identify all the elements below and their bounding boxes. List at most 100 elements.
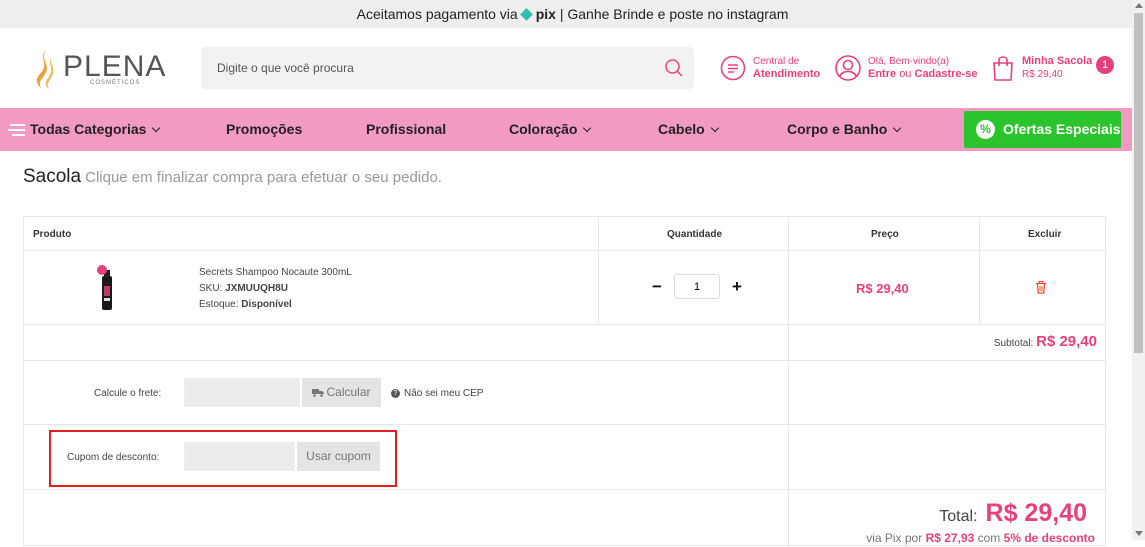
user-icon xyxy=(835,55,861,81)
logo-flame-icon xyxy=(36,50,54,89)
nav-all-categories[interactable]: Todas Categorias xyxy=(8,108,161,151)
increase-qty-button[interactable]: + xyxy=(728,277,746,297)
divider xyxy=(598,217,599,324)
support-line2: Atendimento xyxy=(753,68,821,80)
account-greeting: Olá, Bem-vindo(a) xyxy=(868,56,950,67)
cart-table: Produto Quantidade Preço Excluir Secrets… xyxy=(23,216,1106,547)
sku-label: SKU: xyxy=(199,283,223,294)
bag-title: Minha Sacola xyxy=(1022,55,1093,67)
pix-icon xyxy=(519,8,533,22)
product-sku: JXMUUQH8U xyxy=(225,283,288,294)
search-input[interactable] xyxy=(201,47,641,89)
chevron-down-icon xyxy=(152,123,161,133)
calculate-label: Calcular xyxy=(326,385,371,399)
product-name[interactable]: Secrets Shampoo Nocaute 300mL xyxy=(199,265,352,281)
chevron-down-icon xyxy=(710,123,719,133)
scrollbar[interactable] xyxy=(1132,0,1145,540)
pix-mid: com xyxy=(977,531,1001,545)
total-label: Total: xyxy=(939,508,978,525)
page-title: Sacola Clique em finalizar compra para ef… xyxy=(23,166,442,188)
total-value: R$ 29,40 xyxy=(985,499,1087,527)
special-offers-button[interactable]: % Ofertas Especiais xyxy=(964,111,1121,148)
chevron-down-icon xyxy=(893,123,902,133)
announcement-bar: Aceitamos pagamento via pix | Ganhe Brind… xyxy=(0,0,1145,28)
account-link[interactable]: Olá, Bem-vindo(a) Entre ou Cadastre-se xyxy=(834,54,977,82)
stock-label: Estoque: xyxy=(199,299,239,310)
nav-profissional[interactable]: Profissional xyxy=(366,108,446,151)
support-line1: Central de xyxy=(753,56,800,67)
divider xyxy=(788,217,789,547)
shipping-label: Calcule o frete: xyxy=(94,388,162,399)
col-delete: Excluir xyxy=(1028,229,1062,240)
pix-value: R$ 27,93 xyxy=(925,531,975,545)
pix-pct: 5% de desconto xyxy=(1003,531,1095,545)
divider xyxy=(24,489,1105,490)
quantity-input[interactable] xyxy=(674,274,720,299)
signup-link[interactable]: Cadastre-se xyxy=(915,68,978,80)
nav-promocoes[interactable]: Promoções xyxy=(226,108,302,151)
logo-subtitle: COSMÉTICOS xyxy=(90,80,141,86)
chat-icon xyxy=(720,55,746,81)
coupon-highlight-box xyxy=(49,430,397,487)
divider xyxy=(979,217,980,324)
special-offers-label: Ofertas Especiais xyxy=(1003,121,1121,137)
logo[interactable]: PLENA COSMÉTICOS xyxy=(30,48,165,90)
cep-help-link[interactable]: ? Não sei meu CEP xyxy=(391,388,483,399)
bag-link[interactable]: Minha Sacola R$ 29,40 xyxy=(991,54,1092,82)
nav-coloracao-label: Coloração xyxy=(509,121,578,137)
cart-header-row: Produto Quantidade Preço Excluir xyxy=(24,217,1105,251)
header: PLENA COSMÉTICOS Central de Atendimento … xyxy=(0,28,1145,108)
col-quantity: Quantidade xyxy=(667,229,723,240)
logo-wordmark: PLENA xyxy=(63,50,167,83)
divider xyxy=(24,360,1105,361)
product-image[interactable] xyxy=(96,264,118,312)
quantity-stepper: − + xyxy=(648,274,746,299)
menu-icon xyxy=(8,124,25,137)
item-price: R$ 29,40 xyxy=(856,281,909,296)
bag-amount: R$ 29,40 xyxy=(1022,69,1063,80)
divider xyxy=(24,324,1105,325)
pix-discount-line: via Pix por R$ 27,93 com 5% de desconto xyxy=(866,531,1095,545)
nav-all-label: Todas Categorias xyxy=(30,121,147,137)
subtotal-value: R$ 29,40 xyxy=(1036,333,1097,350)
page-subtitle: Clique em finalizar compra para efetuar … xyxy=(85,169,442,186)
trash-icon[interactable] xyxy=(1035,281,1047,294)
pix-pre: via Pix por xyxy=(866,531,923,545)
nav-cabelo[interactable]: Cabelo xyxy=(658,108,719,151)
account-or: ou xyxy=(899,68,912,80)
truck-icon xyxy=(312,389,325,398)
calculate-shipping-button[interactable]: Calcular xyxy=(302,378,381,407)
main-nav: Todas Categorias Promoções Profissional … xyxy=(0,108,1132,151)
subtotal-label: Subtotal: xyxy=(993,338,1034,349)
search-icon[interactable] xyxy=(664,58,684,78)
col-price: Preço xyxy=(871,229,899,240)
scroll-down-icon[interactable] xyxy=(1135,531,1143,536)
nav-corpo-label: Corpo e Banho xyxy=(787,121,888,137)
product-info: Secrets Shampoo Nocaute 300mL SKU: JXMUU… xyxy=(199,265,352,313)
decrease-qty-button[interactable]: − xyxy=(648,277,666,297)
total: Total: R$ 29,40 xyxy=(939,499,1087,528)
nav-cabelo-label: Cabelo xyxy=(658,121,705,137)
chevron-down-icon xyxy=(583,123,592,133)
percent-badge-icon: % xyxy=(976,120,995,139)
bag-count-badge: 1 xyxy=(1096,56,1114,74)
divider xyxy=(24,424,1105,425)
shopping-bag-icon xyxy=(993,56,1013,81)
announcement-post: | Ganhe Brinde e poste no instagram xyxy=(559,6,789,22)
cep-help-label: Não sei meu CEP xyxy=(404,388,484,399)
page-title-text: Sacola xyxy=(23,166,82,187)
scroll-up-icon[interactable] xyxy=(1135,3,1143,8)
announcement-pre: Aceitamos pagamento via xyxy=(356,6,518,22)
question-icon: ? xyxy=(391,388,400,398)
scrollbar-thumb[interactable] xyxy=(1134,13,1143,353)
announcement-pix: pix xyxy=(535,6,556,22)
subtotal: Subtotal: R$ 29,40 xyxy=(994,333,1097,350)
search-bar xyxy=(201,47,694,89)
nav-coloracao[interactable]: Coloração xyxy=(509,108,592,151)
nav-corpo-banho[interactable]: Corpo e Banho xyxy=(787,108,902,151)
cep-input[interactable] xyxy=(184,378,300,407)
product-stock: Disponível xyxy=(241,299,292,310)
col-product: Produto xyxy=(33,229,72,240)
support-link[interactable]: Central de Atendimento xyxy=(719,54,820,82)
login-link[interactable]: Entre xyxy=(868,68,896,80)
